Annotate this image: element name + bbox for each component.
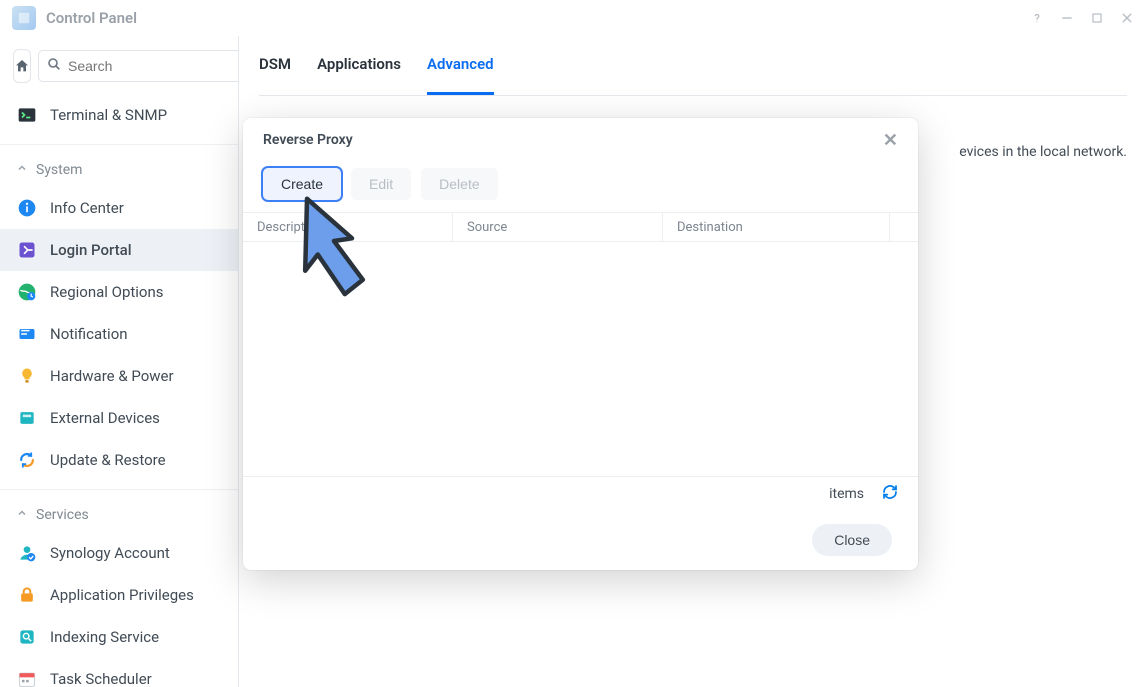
sidebar-item-label: Notification: [50, 325, 128, 343]
home-button[interactable]: [14, 50, 30, 82]
sidebar-item-label: Hardware & Power: [50, 367, 174, 385]
app-icon: [12, 6, 36, 30]
bulb-icon: [16, 365, 38, 387]
account-icon: [16, 542, 38, 564]
maximize-icon[interactable]: [1089, 10, 1105, 26]
minimize-icon[interactable]: [1059, 10, 1075, 26]
group-label: Services: [36, 507, 89, 523]
refresh-icon[interactable]: [882, 484, 898, 504]
column-destination[interactable]: Destination: [663, 213, 890, 241]
tab-dsm[interactable]: DSM: [259, 36, 291, 95]
sidebar-item-hardware-power[interactable]: Hardware & Power: [0, 355, 238, 397]
divider: [0, 144, 238, 145]
delete-button: Delete: [421, 168, 497, 200]
sidebar-item-login-portal[interactable]: Login Portal: [0, 229, 238, 271]
sidebar-item-external-devices[interactable]: External Devices: [0, 397, 238, 439]
info-icon: [16, 197, 38, 219]
sidebar-item-synology-account[interactable]: Synology Account: [0, 532, 238, 574]
column-description[interactable]: Description: [243, 213, 453, 241]
index-icon: [16, 626, 38, 648]
dialog-footer: Close: [243, 510, 918, 570]
edit-button: Edit: [351, 168, 411, 200]
tab-applications[interactable]: Applications: [317, 36, 401, 95]
sidebar-item-label: Terminal & SNMP: [50, 106, 167, 124]
sidebar-item-label: Regional Options: [50, 283, 164, 301]
notification-icon: [16, 323, 38, 345]
section-description: evices in the local network.: [959, 144, 1127, 160]
sidebar: Terminal & SNMP System Info Center Login…: [0, 36, 239, 687]
window-controls: [1029, 10, 1135, 26]
column-source[interactable]: Source: [453, 213, 663, 241]
chevron-up-icon: [16, 162, 28, 178]
titlebar: Control Panel: [0, 0, 1147, 36]
sidebar-item-regional-options[interactable]: Regional Options: [0, 271, 238, 313]
sidebar-group-system[interactable]: System: [0, 153, 238, 187]
sidebar-item-label: Info Center: [50, 199, 124, 217]
items-count: items: [829, 486, 864, 502]
sidebar-item-label: Application Privileges: [50, 586, 194, 604]
sidebar-item-label: Login Portal: [50, 241, 132, 259]
login-portal-icon: [16, 239, 38, 261]
dialog-title: Reverse Proxy: [263, 132, 353, 148]
chevron-up-icon: [16, 507, 28, 523]
device-icon: [16, 407, 38, 429]
column-spacer: [890, 213, 918, 241]
tab-advanced[interactable]: Advanced: [427, 36, 494, 95]
sidebar-item-indexing-service[interactable]: Indexing Service: [0, 616, 238, 658]
sidebar-item-terminal-snmp[interactable]: Terminal & SNMP: [0, 94, 238, 136]
sidebar-item-label: Task Scheduler: [50, 670, 152, 687]
create-button[interactable]: Create: [263, 168, 341, 200]
sidebar-item-task-scheduler[interactable]: Task Scheduler: [0, 658, 238, 687]
window-title: Control Panel: [46, 9, 137, 27]
update-icon: [16, 449, 38, 471]
search-field[interactable]: [68, 58, 239, 74]
sidebar-item-notification[interactable]: Notification: [0, 313, 238, 355]
search-input[interactable]: [38, 50, 239, 82]
tabs: DSM Applications Advanced: [259, 36, 1127, 96]
sidebar-item-update-restore[interactable]: Update & Restore: [0, 439, 238, 481]
group-label: System: [36, 162, 82, 178]
calendar-icon: [16, 668, 38, 687]
status-bar: items: [243, 476, 918, 510]
sidebar-item-info-center[interactable]: Info Center: [0, 187, 238, 229]
sidebar-group-services[interactable]: Services: [0, 498, 238, 532]
sidebar-item-label: External Devices: [50, 409, 160, 427]
dialog-header: Reverse Proxy ✕: [243, 118, 918, 162]
close-button[interactable]: Close: [812, 524, 892, 556]
table-body: [243, 242, 918, 476]
sidebar-item-label: Synology Account: [50, 544, 170, 562]
lock-icon: [16, 584, 38, 606]
table-header: Description Source Destination: [243, 212, 918, 242]
close-icon[interactable]: ✕: [883, 130, 898, 151]
help-icon[interactable]: [1029, 10, 1045, 26]
dialog-toolbar: Create Edit Delete: [243, 162, 918, 212]
terminal-icon: [16, 104, 38, 126]
close-window-icon[interactable]: [1119, 10, 1135, 26]
search-icon: [46, 56, 62, 76]
divider: [0, 489, 238, 490]
sidebar-item-application-privileges[interactable]: Application Privileges: [0, 574, 238, 616]
sidebar-item-label: Indexing Service: [50, 628, 159, 646]
globe-icon: [16, 281, 38, 303]
sidebar-item-label: Update & Restore: [50, 451, 166, 469]
reverse-proxy-dialog: Reverse Proxy ✕ Create Edit Delete Descr…: [243, 118, 918, 570]
